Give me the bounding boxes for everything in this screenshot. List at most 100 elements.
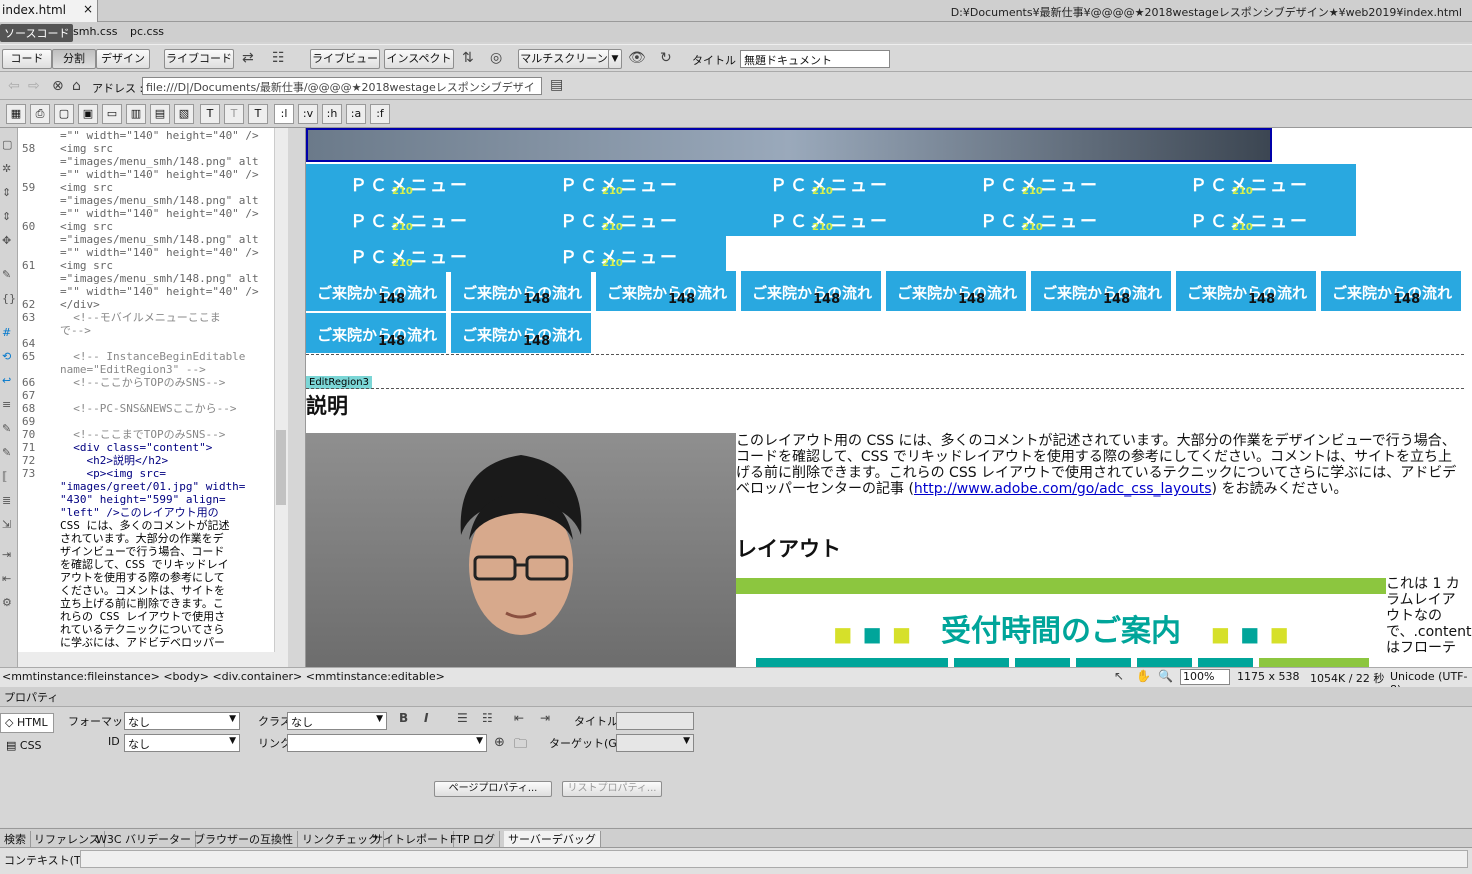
calendar-icon[interactable]: ▥ <box>126 104 146 124</box>
uncomment-icon[interactable]: ✎ <box>2 446 11 459</box>
pc-menu-item[interactable]: ＰＣメニュー 210 <box>1146 200 1356 236</box>
pc-menu-item[interactable]: ＰＣメニュー 210 <box>936 200 1146 236</box>
move-css-icon[interactable]: ⇲ <box>2 518 11 531</box>
related-file-smh-css[interactable]: smh.css <box>73 25 117 38</box>
settings-icon[interactable]: ✲ <box>2 162 11 175</box>
list-properties-button[interactable]: リストプロパティ... <box>562 781 662 797</box>
refresh-icon[interactable]: ↻ <box>660 50 672 66</box>
balance-braces-icon[interactable]: {} <box>2 292 16 305</box>
related-source-code[interactable]: ソースコード <box>0 24 74 42</box>
format-select[interactable]: なし ▼ <box>124 712 240 730</box>
wrap-icon[interactable]: ↩ <box>2 374 11 387</box>
forward-icon[interactable]: ⇨ <box>28 78 40 94</box>
browser-preview-icon[interactable]: ◎ <box>490 50 502 66</box>
pc-menu-item[interactable]: ＰＣメニュー 210 <box>306 200 516 236</box>
split-view-button[interactable]: 分割 <box>52 49 96 69</box>
italic-icon[interactable]: I <box>424 711 428 725</box>
text-icon[interactable]: T <box>200 104 220 124</box>
bold-icon[interactable]: B <box>399 711 408 725</box>
back-icon[interactable]: ⇦ <box>8 78 20 94</box>
zoom-select[interactable]: 100% <box>1180 669 1230 685</box>
title-field-input[interactable] <box>616 712 694 730</box>
flow-menu-item[interactable]: ご来院からの流れ 148 <box>1176 271 1316 311</box>
pc-menu-item[interactable]: ＰＣメニュー 210 <box>936 164 1146 200</box>
class-select[interactable]: なし ▼ <box>287 712 387 730</box>
multiscreen-dropdown-icon[interactable]: ▼ <box>608 49 622 69</box>
flow-menu-item[interactable]: ご来院からの流れ 148 <box>741 271 881 311</box>
id-select[interactable]: なし ▼ <box>124 734 240 752</box>
text-format-icon[interactable]: T <box>248 104 268 124</box>
tab-search[interactable]: 検索 <box>0 831 31 847</box>
collapse-selection-icon[interactable]: ⇕ <box>2 210 11 223</box>
toolbar-v-button[interactable]: :v <box>298 104 318 124</box>
ordered-list-icon[interactable]: ☷ <box>482 711 493 725</box>
document-tab[interactable]: index.html × <box>0 0 98 22</box>
inspect-icon[interactable]: ⇄ <box>242 50 254 66</box>
pc-menu-item[interactable]: ＰＣメニュー 210 <box>726 200 936 236</box>
div-icon[interactable]: ▢ <box>54 104 74 124</box>
line-numbers-icon[interactable]: # <box>2 326 11 339</box>
target-select[interactable]: ▼ <box>616 734 694 752</box>
pointer-icon[interactable]: ↖ <box>1114 669 1124 683</box>
flow-menu-item[interactable]: ご来院からの流れ 148 <box>886 271 1026 311</box>
folder-icon[interactable]: 🗀 <box>514 735 527 757</box>
split-divider[interactable] <box>288 128 306 667</box>
frame-icon[interactable]: ▧ <box>174 104 194 124</box>
properties-header[interactable]: プロパティ <box>0 687 1472 707</box>
pc-menu-item[interactable]: ＰＣメニュー 210 <box>516 200 726 236</box>
multiscreen-button[interactable]: マルチスクリーン <box>518 49 610 69</box>
tag-selector[interactable]: <mmtinstance:fileinstance> <body> <div.c… <box>2 670 445 683</box>
code-scroll-thumb[interactable] <box>276 430 286 505</box>
point-to-file-icon[interactable]: ⊕ <box>494 735 505 750</box>
related-file-pc-css[interactable]: pc.css <box>130 25 164 38</box>
flow-menu-item[interactable]: ご来院からの流れ 148 <box>451 313 591 353</box>
recent-snippets-icon[interactable]: ≣ <box>2 494 11 507</box>
code-horizontal-scrollbar[interactable] <box>18 652 288 667</box>
outdent-icon[interactable]: ⇤ <box>2 572 11 585</box>
code-scrollbar[interactable] <box>274 128 288 652</box>
collapse-icon[interactable]: ⇕ <box>2 186 11 199</box>
live-view-button[interactable]: ライブビュー <box>310 49 380 69</box>
flow-menu-item[interactable]: ご来院からの流れ 148 <box>306 271 446 311</box>
home-icon[interactable]: ⌂ <box>72 78 81 94</box>
pc-menu-item[interactable]: ＰＣメニュー 210 <box>306 164 516 200</box>
flow-menu-item[interactable]: ご来院からの流れ 148 <box>451 271 591 311</box>
pc-menu-item[interactable]: ＰＣメニュー 210 <box>306 236 516 272</box>
comment-icon[interactable]: ✎ <box>2 422 11 435</box>
inspect-button[interactable]: インスペクト <box>384 49 454 69</box>
context-input[interactable] <box>80 850 1468 868</box>
toolbar-f-button[interactable]: :f <box>370 104 390 124</box>
wrap-tag-icon[interactable]: ⟦ <box>2 470 7 483</box>
highlight-icon[interactable]: ⟲ <box>2 350 11 363</box>
close-icon[interactable]: × <box>83 2 93 16</box>
design-view-button[interactable]: デザイン <box>96 49 150 69</box>
text-style-icon[interactable]: T <box>224 104 244 124</box>
flow-menu-item[interactable]: ご来院からの流れ 148 <box>306 313 446 353</box>
select-parent-icon[interactable]: ✎ <box>2 268 11 281</box>
window-size[interactable]: 1175 x 538 <box>1237 670 1300 683</box>
visual-aids-icon[interactable]: 👁 <box>628 50 646 66</box>
tab-browser-compat[interactable]: ブラウザーの互換性 <box>190 831 298 847</box>
design-view[interactable]: ＰＣメニュー 210 ＰＣメニュー 210 ＰＣメニュー 210 ＰＣメニュー 210 … <box>306 128 1472 667</box>
unordered-list-icon[interactable]: ☰ <box>457 711 468 725</box>
toolbar-a-button[interactable]: :a <box>346 104 366 124</box>
tab-ftp-log[interactable]: FTP ログ <box>446 831 500 847</box>
tab-site-report[interactable]: サイトレポート <box>368 831 454 847</box>
toolbar-h-button[interactable]: :h <box>322 104 342 124</box>
live-code-button[interactable]: ライブコード <box>164 49 234 69</box>
code-view-button[interactable]: コード <box>2 49 52 69</box>
tab-server-debug[interactable]: サーバーデバッグ <box>504 831 601 847</box>
header-icon[interactable]: ▣ <box>78 104 98 124</box>
html-mode-button[interactable]: ◇ HTML <box>0 713 54 733</box>
flow-menu-item[interactable]: ご来院からの流れ 148 <box>596 271 736 311</box>
toolbar-l-button[interactable]: :l <box>274 104 294 124</box>
pc-menu-item[interactable]: ＰＣメニュー 210 <box>726 164 936 200</box>
outdent-text-icon[interactable]: ⇤ <box>514 711 524 725</box>
section-icon[interactable]: ▭ <box>102 104 122 124</box>
browser-nav-options-icon[interactable]: ▤ <box>550 77 563 93</box>
code-view[interactable]: 58 59 60 61 62 63 64 65 66 67 68 69 70 7… <box>18 128 288 652</box>
css-mode-button[interactable]: ▤ CSS <box>4 737 44 754</box>
indent-icon[interactable]: ⇥ <box>2 548 11 561</box>
debug-icon[interactable]: ⇅ <box>462 50 474 66</box>
flow-menu-item[interactable]: ご来院からの流れ 148 <box>1321 271 1461 311</box>
